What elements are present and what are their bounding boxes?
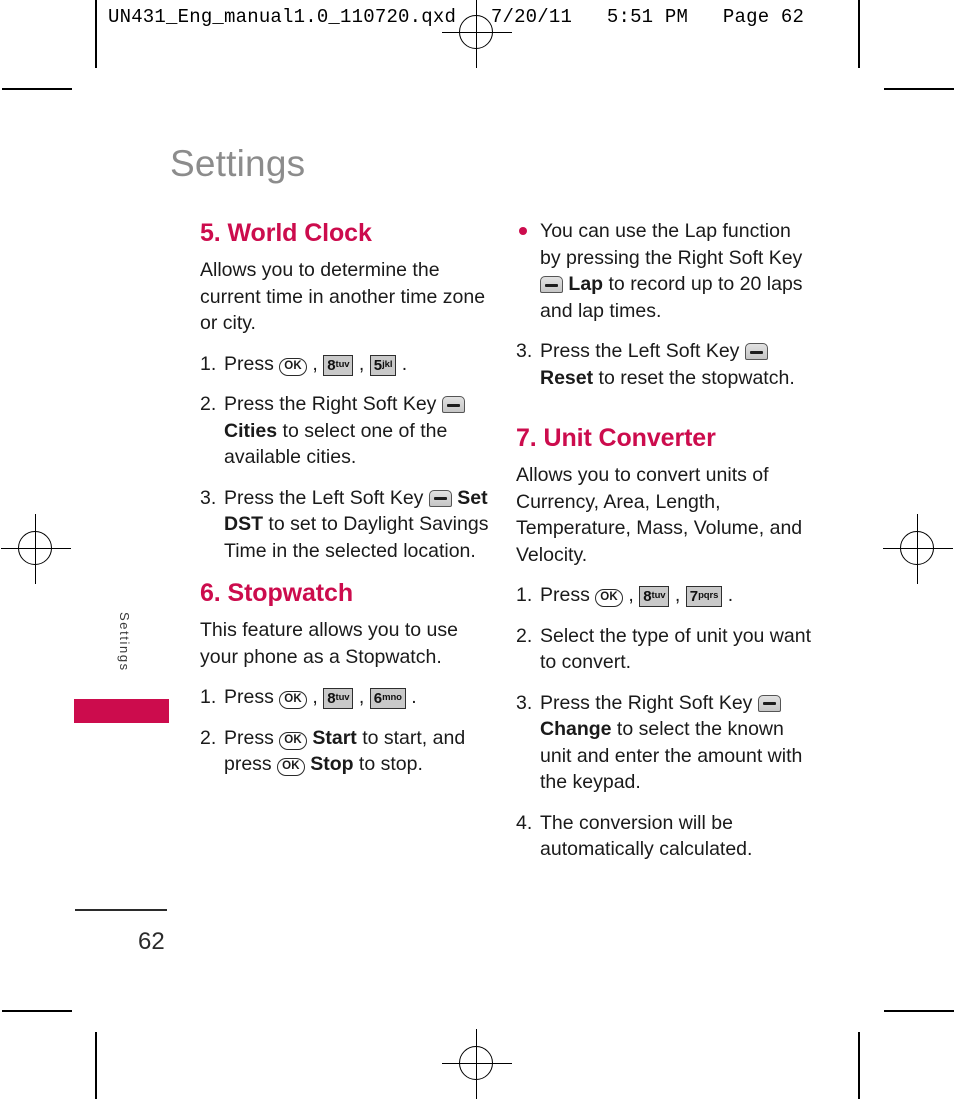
crop-mark-bottom-right-vertical xyxy=(858,1032,860,1099)
side-chapter-tab xyxy=(74,699,169,723)
crop-mark-top-left-vertical xyxy=(95,0,97,68)
page-number: 62 xyxy=(138,928,165,955)
footer-rule xyxy=(75,909,167,911)
number-key-icon-7: 7pqrs xyxy=(685,586,723,607)
step-list: 1. Press OK , 8tuv , 7pqrs . 2. Select the … xyxy=(516,582,816,863)
ok-key-icon: OK xyxy=(277,758,305,776)
step-item: 2. Press OK Start to start, and press OK … xyxy=(200,726,466,776)
section-intro-text: Allows you to convert units of Currency,… xyxy=(516,464,803,566)
crop-mark-bottom-left-vertical xyxy=(95,1032,97,1099)
soft-key-icon xyxy=(428,489,452,507)
section-heading: 6. Stopwatch xyxy=(200,579,353,607)
section-heading: 5. World Clock xyxy=(200,219,372,247)
bullet-dot-icon xyxy=(519,227,527,235)
key-letters: jkl xyxy=(382,358,393,370)
step-item: 4. The conversion will be automatically c… xyxy=(516,811,753,861)
number-key-icon-8: 8tuv xyxy=(323,354,354,376)
emphasized-term: Cities xyxy=(224,419,278,442)
emphasized-term: Change xyxy=(540,718,612,740)
number-key-icon-8: 8tuv xyxy=(639,586,670,607)
step-item: 3. Press the Left Soft Key Set DST to set… xyxy=(200,486,489,562)
crop-mark-top-right-vertical xyxy=(858,0,860,68)
key-digit: 6 xyxy=(373,690,383,707)
key-digit: 8 xyxy=(327,356,336,374)
column-spacer xyxy=(516,405,816,423)
key-digit: 8 xyxy=(643,588,652,605)
key-letters: mno xyxy=(382,692,402,703)
step-list: 1. Press OK , 8tuv , 5jkl . 2. Press the Ri… xyxy=(200,351,490,565)
step-number: 1. xyxy=(200,686,217,708)
bullet-item: You can use the Lap function by pressing… xyxy=(516,218,816,324)
soft-key-icon xyxy=(540,276,563,293)
step-number: 2. xyxy=(200,726,217,749)
side-chapter-label: Settings xyxy=(117,612,132,672)
key-letters: pqrs xyxy=(698,590,719,601)
crop-mark-bottom-right-horizontal xyxy=(884,1010,954,1012)
step-item: 3. Press the Right Soft Key Change to sel… xyxy=(516,691,803,794)
registration-mark-bottom-center xyxy=(442,1029,512,1099)
registration-mark-left xyxy=(1,514,71,584)
step-number: 3. xyxy=(200,486,217,509)
soft-key-icon xyxy=(757,694,781,712)
left-column: 5. World Clock Allows you to determine th… xyxy=(200,218,490,792)
key-letters: tuv xyxy=(335,358,350,370)
section-heading: 7. Unit Converter xyxy=(516,424,716,452)
ok-key-icon: OK xyxy=(279,691,307,709)
step-number: 2. xyxy=(516,624,533,647)
number-key-icon-6: 6mno xyxy=(369,688,406,709)
number-key-icon-5: 5jkl xyxy=(369,354,397,376)
key-digit: 8 xyxy=(327,690,336,707)
soft-key-icon xyxy=(744,343,768,360)
soft-key-icon xyxy=(441,396,465,413)
crop-mark-top-right-horizontal xyxy=(884,88,954,90)
emphasized-term: Stop xyxy=(310,753,354,775)
section-intro-text: Allows you to determine the current time… xyxy=(200,259,486,334)
step-number: 3. xyxy=(516,691,533,714)
step-item: 2. Press the Right Soft Key Cities to sel… xyxy=(200,391,490,471)
emphasized-term: Start xyxy=(312,726,357,749)
step-number: 4. xyxy=(516,811,533,834)
step-number: 1. xyxy=(200,352,217,375)
step-item: 1. Press OK , 8tuv , 6mno . xyxy=(200,684,490,711)
key-letters: tuv xyxy=(335,692,350,703)
page-title: Settings xyxy=(170,143,306,184)
bullet-list: You can use the Lap function by pressing… xyxy=(516,218,816,324)
section-intro-text: This feature allows you to use your phon… xyxy=(200,619,458,668)
step-item: 1. Press OK , 8tuv , 5jkl . xyxy=(200,351,490,378)
ok-key-icon: OK xyxy=(279,357,307,376)
step-list: 1. Press OK , 8tuv , 6mno . 2. Press OK Sta… xyxy=(200,684,490,778)
step-number: 1. xyxy=(516,584,533,606)
key-letters: tuv xyxy=(651,590,666,601)
crop-mark-top-left-horizontal xyxy=(2,88,72,90)
step-number: 3. xyxy=(516,340,533,362)
emphasized-term: Reset xyxy=(540,366,594,389)
crop-mark-bottom-left-horizontal xyxy=(2,1010,72,1012)
key-digit: 5 xyxy=(373,356,383,374)
emphasized-term: Lap xyxy=(568,273,604,295)
number-key-icon-8: 8tuv xyxy=(323,688,354,709)
right-column: You can use the Lap function by pressing… xyxy=(516,218,816,877)
step-item: 1. Press OK , 8tuv , 7pqrs . xyxy=(516,582,816,609)
ok-key-icon: OK xyxy=(279,731,307,750)
step-number: 2. xyxy=(200,393,217,415)
registration-mark-right xyxy=(883,514,953,584)
print-header-text: UN431_Eng_manual1.0_110720.qxd 7/20/11 5… xyxy=(108,6,805,28)
step-item: 2. Select the type of unit you want to co… xyxy=(516,624,812,674)
step-item: 3. Press the Left Soft Key Reset to reset… xyxy=(516,340,795,389)
step-list: 3. Press the Left Soft Key Reset to reset… xyxy=(516,338,816,391)
key-digit: 7 xyxy=(689,588,699,605)
ok-key-icon: OK xyxy=(595,589,623,607)
